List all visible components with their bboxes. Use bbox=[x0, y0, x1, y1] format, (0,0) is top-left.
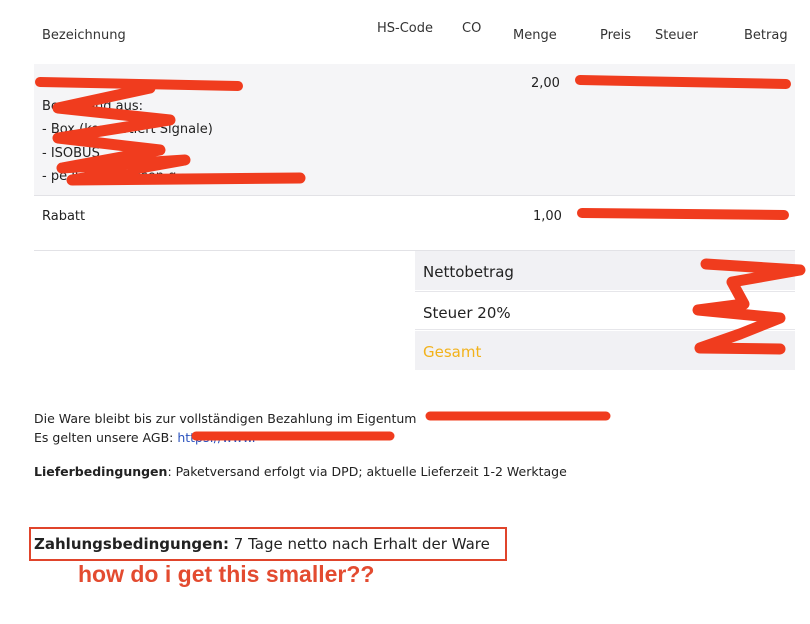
redaction-mark bbox=[575, 75, 791, 89]
redaction-scribbles bbox=[35, 75, 806, 441]
redaction-mark bbox=[577, 208, 789, 220]
redaction-mark bbox=[52, 82, 306, 186]
redaction-mark bbox=[692, 258, 806, 355]
